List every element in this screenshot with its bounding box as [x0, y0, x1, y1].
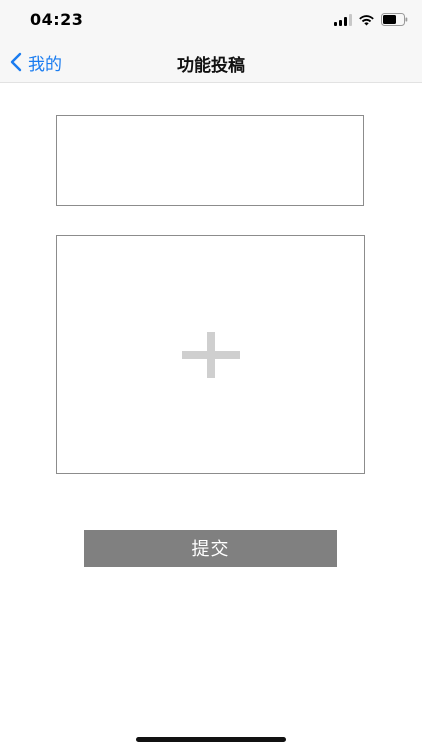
submit-button[interactable]: 提交 — [84, 530, 337, 567]
image-picker[interactable] — [56, 235, 365, 474]
home-indicator — [136, 737, 286, 742]
status-icons — [334, 13, 408, 26]
status-time: 04:23 — [30, 10, 84, 29]
wifi-icon — [359, 14, 374, 25]
title-input[interactable] — [56, 115, 364, 206]
battery-icon — [381, 13, 408, 26]
page-title: 功能投稿 — [177, 56, 245, 76]
status-bar: 04:23 — [0, 0, 422, 44]
nav-bar: 我的 功能投稿 — [0, 44, 422, 83]
signal-icon — [334, 13, 352, 26]
plus-icon — [182, 332, 240, 378]
